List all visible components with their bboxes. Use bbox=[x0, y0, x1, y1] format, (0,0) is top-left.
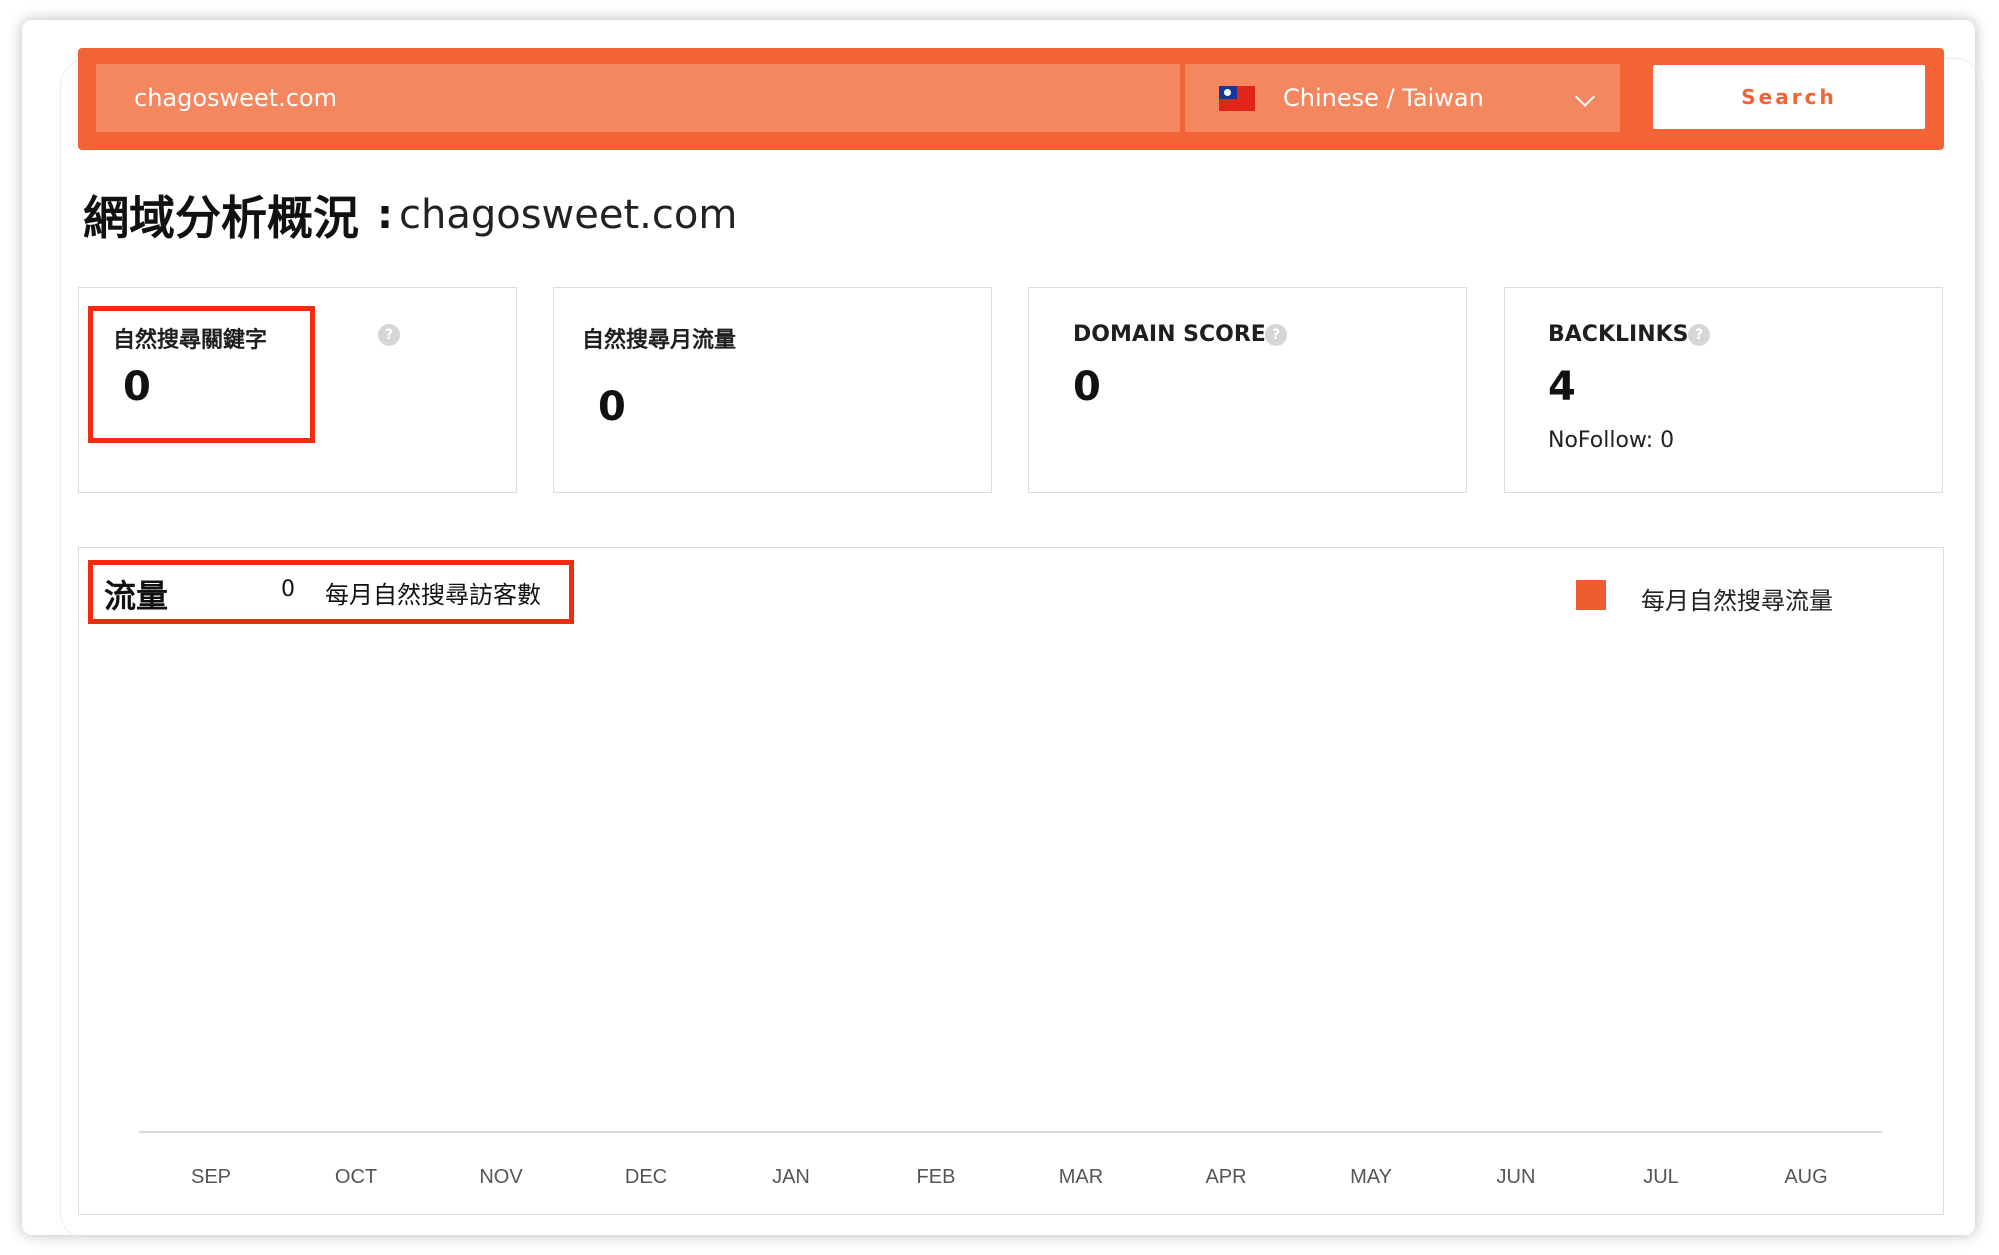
traffic-chart: SEP OCT NOV DEC JAN FEB MAR APR MAY JUN JUL AUG bbox=[139, 1131, 1882, 1188]
x-tick-label-jun: JUN bbox=[1497, 1166, 1536, 1188]
x-tick-label-jul: JUL bbox=[1643, 1166, 1679, 1188]
x-tick-label-nov: NOV bbox=[479, 1166, 523, 1188]
x-tick-label-jan: JAN bbox=[772, 1166, 810, 1188]
x-tick-label-sep: SEP bbox=[191, 1166, 231, 1188]
x-tick-label-feb: FEB bbox=[917, 1166, 956, 1188]
x-tick-label-oct: OCT bbox=[335, 1166, 377, 1188]
x-tick-label-may: MAY bbox=[1350, 1166, 1392, 1188]
x-tick-label-mar: MAR bbox=[1059, 1166, 1103, 1188]
x-tick-label-apr: APR bbox=[1205, 1166, 1246, 1188]
x-tick-label-dec: DEC bbox=[625, 1166, 667, 1188]
x-tick-label-aug: AUG bbox=[1784, 1166, 1827, 1188]
